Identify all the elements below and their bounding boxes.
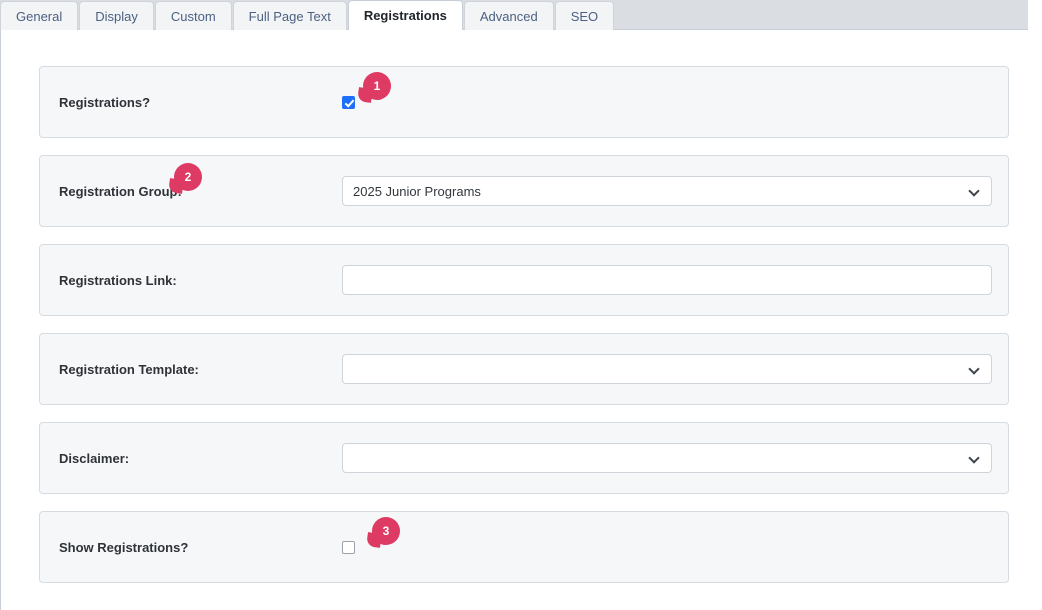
form-row-disclaimer: Disclaimer: <box>39 422 1009 494</box>
form-row-show-registrations: Show Registrations? <box>39 511 1009 583</box>
registrations-tab-panel: Registrations? Registration Group: 2025 Ju… <box>0 30 1042 610</box>
checkbox-show-registrations[interactable] <box>342 540 355 554</box>
chevron-down-icon <box>969 185 981 197</box>
field-label-disclaimer: Disclaimer: <box>59 450 130 466</box>
tab-registrations[interactable]: Registrations <box>347 0 463 30</box>
tab-full-page-text[interactable]: Full Page Text <box>232 1 347 30</box>
tab-display[interactable]: Display <box>79 1 154 30</box>
chevron-down-icon <box>969 452 981 464</box>
form-row-registrations: Registrations? <box>39 66 1009 138</box>
select-registration-group[interactable]: 2025 Junior Programs <box>342 176 992 206</box>
chevron-down-icon <box>969 363 981 375</box>
field-label-registration-group: Registration Group: <box>59 183 182 199</box>
form-row-registrations-link: Registrations Link: <box>39 244 1009 316</box>
settings-tab-bar: General Display Custom Full Page Text Regist… <box>0 0 1028 30</box>
settings-form: Registrations? Registration Group: 2025 Ju… <box>39 66 1009 600</box>
form-row-registration-group: Registration Group: 2025 Junior Programs <box>39 155 1009 227</box>
field-label-registrations: Registrations? <box>59 94 151 110</box>
field-label-registrations-link: Registrations Link: <box>59 272 177 288</box>
field-label-show-registrations: Show Registrations? <box>59 539 189 555</box>
form-row-registration-template: Registration Template: <box>39 333 1009 405</box>
tab-seo[interactable]: SEO <box>554 1 615 30</box>
select-registration-template[interactable] <box>342 354 992 384</box>
select-value-registration-group: 2025 Junior Programs <box>353 183 481 199</box>
tab-custom[interactable]: Custom <box>154 1 232 30</box>
checkbox-registrations[interactable] <box>342 95 355 109</box>
tab-general[interactable]: General <box>0 1 79 30</box>
select-disclaimer[interactable] <box>342 443 992 473</box>
field-label-registration-template: Registration Template: <box>59 361 199 377</box>
tab-advanced[interactable]: Advanced <box>463 1 554 30</box>
input-registrations-link[interactable] <box>342 265 992 295</box>
